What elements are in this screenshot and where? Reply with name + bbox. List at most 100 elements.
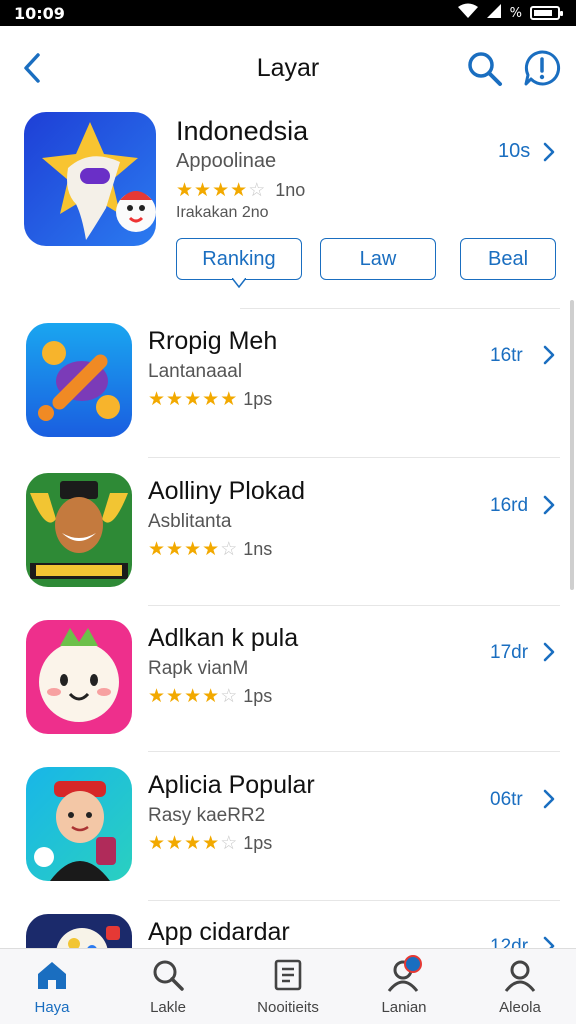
star-filled-icon: ★ (184, 538, 202, 560)
star-empty-icon: ☆ (220, 832, 238, 854)
list-item[interactable]: Aolliny Plokad Asblitanta ★ ★ ★ ★ ☆ 1ns 16rd (0, 473, 576, 621)
divider (148, 605, 560, 606)
divider (148, 457, 560, 458)
battery-percent: % (509, 5, 522, 21)
star-filled-icon: ★ (184, 832, 202, 854)
status-bar: 10:09 % (0, 0, 576, 26)
rating-stars: ★ ★ ★ ★ ☆ (176, 181, 265, 200)
chevron-right-icon (543, 936, 555, 948)
search-icon (153, 960, 184, 991)
app-size: 06tr (490, 789, 523, 810)
app-name: App cidardar (148, 918, 290, 946)
featured-rating: ★ ★ ★ ★ ☆ 1no (176, 180, 305, 201)
rating-stars: ★ ★ ★ ★ ☆ (148, 687, 237, 706)
bottom-nav-search[interactable]: Lakle (118, 957, 218, 1016)
featured-app-icon (24, 112, 156, 246)
star-filled-icon: ★ (184, 685, 202, 707)
app-icon (26, 914, 132, 948)
rating-text: 1ps (243, 389, 273, 409)
star-filled-icon: ★ (148, 538, 166, 560)
bottom-nav-updates[interactable]: Lanian (354, 955, 454, 1016)
star-filled-icon: ★ (184, 388, 202, 410)
help-button[interactable] (522, 48, 562, 88)
list-item[interactable]: Aplicia Popular Rasy kaeRR2 ★ ★ ★ ★ ☆ 1ps 06… (0, 767, 576, 915)
bottom-nav-label: Nooitieits (257, 999, 319, 1016)
app-rating: ★ ★ ★ ★ ☆ 1ps (148, 686, 272, 707)
star-filled-icon: ★ (202, 538, 220, 560)
app-subtitle: Rasy kaeRR2 (148, 805, 266, 826)
bottom-nav-label: Lanian (381, 999, 427, 1016)
bottom-nav: Haya Lakle Nooitieits Lanian Aleola (0, 948, 576, 1024)
rating-text: 1ns (243, 539, 273, 559)
help-bubble-icon (524, 50, 561, 86)
star-empty-icon: ☆ (220, 685, 238, 707)
star-filled-icon: ★ (176, 179, 194, 201)
bottom-nav-label: Haya (34, 999, 70, 1016)
chevron-right-icon (543, 345, 555, 365)
star-filled-icon: ★ (148, 388, 166, 410)
divider (148, 751, 560, 752)
bottom-nav-profile[interactable]: Aleola (470, 957, 570, 1016)
star-filled-icon: ★ (202, 832, 220, 854)
featured-app-subtitle: Appoolinae (176, 150, 277, 172)
featured-app-size: 10s (498, 140, 531, 162)
star-filled-icon: ★ (148, 685, 166, 707)
star-empty-icon: ☆ (248, 179, 266, 201)
chevron-right-icon (543, 495, 555, 515)
list-item[interactable]: Adlkan k pula Rapk vianM ★ ★ ★ ★ ☆ 1ps 17dr (0, 620, 576, 768)
star-filled-icon: ★ (212, 179, 230, 201)
app-rating: ★ ★ ★ ★ ☆ 1ns (148, 539, 272, 560)
chevron-right-icon (543, 142, 555, 162)
star-filled-icon: ★ (148, 832, 166, 854)
signal-icon (486, 3, 502, 23)
star-filled-icon: ★ (202, 388, 220, 410)
chevron-right-icon (543, 642, 555, 662)
star-filled-icon: ★ (230, 179, 248, 201)
list-item[interactable]: App cidardar 12dr (0, 914, 576, 948)
chevron-right-icon (543, 789, 555, 809)
app-icon (26, 767, 132, 881)
rating-stars: ★ ★ ★ ★ ★ (148, 390, 237, 409)
app-name: Aplicia Popular (148, 771, 315, 799)
nav-bar: Layar (0, 26, 576, 110)
document-icon (274, 959, 302, 991)
star-filled-icon: ★ (166, 538, 184, 560)
app-name: Aolliny Plokad (148, 477, 306, 505)
rating-text: 1ps (243, 686, 273, 706)
app-subtitle: Rapk vianM (148, 658, 249, 679)
tab-law[interactable]: Law (320, 238, 436, 280)
rating-text: 1no (275, 180, 306, 200)
bottom-nav-notifications[interactable]: Nooitieits (238, 957, 338, 1016)
app-size: 16rd (490, 495, 529, 516)
star-empty-icon: ☆ (220, 538, 238, 560)
star-filled-icon: ★ (166, 685, 184, 707)
star-filled-icon: ★ (202, 685, 220, 707)
bottom-nav-home[interactable]: Haya (2, 957, 102, 1016)
app-name: Rropig Meh (148, 327, 278, 355)
app-size: 12dr (490, 936, 529, 948)
rating-stars: ★ ★ ★ ★ ☆ (148, 540, 237, 559)
notification-badge (404, 955, 422, 973)
app-rating: ★ ★ ★ ★ ☆ 1ps (148, 833, 272, 854)
list-item[interactable]: Rropig Meh Lantanaaal ★ ★ ★ ★ ★ 1ps 16tr (0, 323, 576, 471)
bottom-nav-label: Lakle (150, 999, 186, 1016)
status-time: 10:09 (14, 3, 65, 23)
search-button[interactable] (466, 50, 504, 88)
search-icon (468, 52, 502, 86)
divider (148, 900, 560, 901)
divider (240, 308, 560, 309)
rating-text: 1ps (243, 833, 273, 853)
app-rating: ★ ★ ★ ★ ★ 1ps (148, 389, 272, 410)
tab-ranking[interactable]: Ranking (176, 238, 302, 280)
app-icon (26, 473, 132, 587)
featured-app[interactable]: Indonedsia Appoolinae ★ ★ ★ ★ ☆ 1no Irakakan… (0, 110, 576, 310)
star-filled-icon: ★ (220, 388, 238, 410)
star-filled-icon: ★ (166, 832, 184, 854)
app-icon (26, 323, 132, 437)
app-subtitle: Lantanaaal (148, 361, 243, 382)
tab-pointer-icon (232, 278, 246, 288)
scrollbar[interactable] (570, 300, 574, 590)
tab-beal[interactable]: Beal (460, 238, 556, 280)
wifi-icon (457, 3, 478, 23)
featured-app-name: Indonedsia (176, 116, 309, 146)
